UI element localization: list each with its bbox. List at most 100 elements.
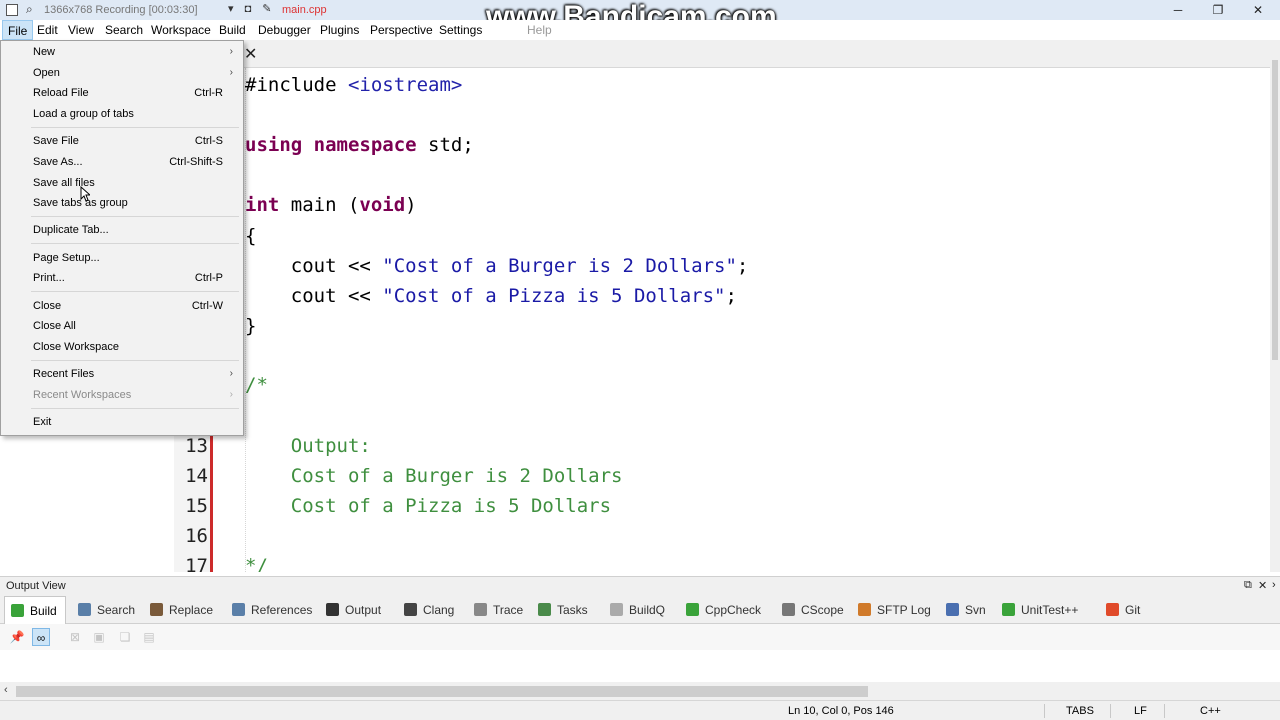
- output-tab-label: UnitTest++: [1021, 603, 1079, 617]
- menu-file[interactable]: File: [2, 20, 34, 40]
- recording-text: 1366x768 Recording [00:03:30]: [44, 4, 198, 16]
- mouse-cursor-icon: [80, 186, 90, 202]
- file-menu-dropdown: New › Open › Reload File Ctrl-R Load a grou…: [0, 40, 244, 436]
- output-tab-git[interactable]: Git: [1100, 596, 1148, 624]
- menu-perspective[interactable]: Perspective: [365, 20, 438, 40]
- menu-item-print[interactable]: Print... Ctrl-P: [1, 268, 243, 288]
- menu-separator: [31, 360, 239, 361]
- git-icon: [1106, 603, 1119, 616]
- output-tab-replace[interactable]: Replace: [144, 596, 218, 624]
- menu-item-recent-files[interactable]: Recent Files ›: [1, 364, 243, 384]
- menu-item-close-all[interactable]: Close All: [1, 316, 243, 336]
- code-line: */: [245, 555, 268, 572]
- output-tab-strip: Build Search Replace References Output Clang T…: [0, 596, 1280, 624]
- menu-separator: [31, 127, 239, 128]
- menu-item-save-tabs-group[interactable]: Save tabs as group: [1, 193, 243, 213]
- output-tab-trace[interactable]: Trace: [468, 596, 524, 624]
- indent-mode[interactable]: TABS: [1066, 705, 1094, 717]
- scroll-left-icon[interactable]: ‹: [4, 684, 8, 696]
- menu-item-save-all[interactable]: Save all files: [1, 173, 243, 193]
- output-tab-label: Search: [97, 603, 136, 617]
- pin-icon[interactable]: 📌: [8, 628, 26, 646]
- eol-mode[interactable]: LF: [1134, 705, 1147, 717]
- output-tab-label: BuildQ: [629, 603, 666, 617]
- scroll-pane-icon[interactable]: ›: [1272, 579, 1276, 591]
- references-icon: [232, 603, 245, 616]
- menu-help[interactable]: Help: [522, 20, 557, 40]
- quick-tools[interactable]: ▾ ◘ ✎: [228, 2, 276, 15]
- menu-item-open[interactable]: Open ›: [1, 63, 243, 83]
- menu-search[interactable]: Search: [100, 20, 148, 40]
- menu-item-save-as[interactable]: Save As... Ctrl-Shift-S: [1, 152, 243, 172]
- output-tab-buildq[interactable]: BuildQ: [604, 596, 672, 624]
- menu-item-page-setup[interactable]: Page Setup...: [1, 248, 243, 268]
- build-icon: [11, 604, 24, 617]
- menu-item-duplicate-tab[interactable]: Duplicate Tab...: [1, 220, 243, 240]
- output-tab-label: CScope: [801, 603, 844, 617]
- menu-separator: [31, 216, 239, 217]
- menu-item-close-workspace[interactable]: Close Workspace: [1, 337, 243, 357]
- line-number: 15: [185, 495, 208, 517]
- output-content[interactable]: [0, 650, 1280, 682]
- menu-item-new[interactable]: New ›: [1, 42, 243, 62]
- menu-build[interactable]: Build: [214, 20, 251, 40]
- scrollbar-thumb[interactable]: [16, 686, 868, 697]
- output-tab-output[interactable]: Output: [320, 596, 390, 624]
- menu-item-close[interactable]: Close Ctrl-W: [1, 296, 243, 316]
- menu-workspace[interactable]: Workspace: [146, 20, 216, 40]
- close-window-button[interactable]: ✕: [1240, 0, 1276, 20]
- menu-item-save-file[interactable]: Save File Ctrl-S: [1, 131, 243, 151]
- submenu-arrow-icon: ›: [229, 67, 233, 78]
- status-bar: Ln 10, Col 0, Pos 146 TABS LF C++: [0, 700, 1280, 720]
- menu-debugger[interactable]: Debugger: [253, 20, 316, 40]
- menu-view[interactable]: View: [63, 20, 99, 40]
- scrollbar-thumb[interactable]: [1272, 60, 1278, 360]
- output-tab-label: Replace: [169, 603, 214, 617]
- editor-vertical-scrollbar[interactable]: [1270, 40, 1280, 572]
- code-line: Output:: [245, 435, 371, 457]
- output-tab-svn[interactable]: Svn: [940, 596, 988, 624]
- menu-item-recent-workspaces: Recent Workspaces ›: [1, 385, 243, 405]
- paste-icon: ▤: [143, 630, 155, 644]
- menu-item-exit[interactable]: Exit: [1, 412, 243, 432]
- output-tab-label: CppCheck: [705, 603, 762, 617]
- sftp-log-icon: [858, 603, 871, 616]
- menu-plugins[interactable]: Plugins: [315, 20, 364, 40]
- cscope-icon: [782, 603, 795, 616]
- output-tab-unittest[interactable]: UnitTest++: [996, 596, 1092, 624]
- link-icon[interactable]: ∞: [32, 628, 50, 646]
- status-divider: [1044, 704, 1045, 718]
- status-divider: [1164, 704, 1165, 718]
- restore-pane-icon[interactable]: ⧉: [1244, 579, 1252, 592]
- language-mode[interactable]: C++: [1200, 705, 1221, 717]
- code-line: int main (void): [245, 194, 417, 216]
- output-tab-label: SFTP Log: [877, 603, 931, 617]
- line-number: 14: [185, 465, 208, 487]
- menu-bar: File Edit View Search Workspace Build De…: [0, 20, 1280, 40]
- replace-icon: [150, 603, 163, 616]
- output-tab-tasks[interactable]: Tasks: [532, 596, 594, 624]
- status-divider: [1110, 704, 1111, 718]
- close-tab-icon[interactable]: ✕: [244, 44, 257, 64]
- menu-item-load-group[interactable]: Load a group of tabs: [1, 104, 243, 124]
- output-tab-sftp-log[interactable]: SFTP Log: [852, 596, 932, 624]
- menu-edit[interactable]: Edit: [32, 20, 63, 40]
- output-tab-search[interactable]: Search: [72, 596, 136, 624]
- output-tab-cscope[interactable]: CScope: [776, 596, 844, 624]
- code-line: using namespace std;: [245, 134, 474, 156]
- menu-separator: [31, 243, 239, 244]
- close-pane-icon[interactable]: ✕: [1258, 579, 1267, 592]
- output-tab-clang[interactable]: Clang: [398, 596, 460, 624]
- output-horizontal-scrollbar[interactable]: ‹: [0, 682, 1280, 700]
- minimize-button[interactable]: ─: [1160, 0, 1196, 20]
- maximize-button[interactable]: ❐: [1200, 0, 1236, 20]
- output-tab-references[interactable]: References: [226, 596, 312, 624]
- window-file-name: main.cpp: [282, 4, 327, 16]
- menu-settings[interactable]: Settings: [434, 20, 487, 40]
- search-icon: [78, 603, 91, 616]
- code-line: }: [245, 315, 257, 337]
- menu-item-reload-file[interactable]: Reload File Ctrl-R: [1, 83, 243, 103]
- output-tab-build[interactable]: Build: [4, 596, 66, 624]
- search-icon[interactable]: ⌕: [26, 2, 33, 17]
- output-tab-cppcheck[interactable]: CppCheck: [680, 596, 768, 624]
